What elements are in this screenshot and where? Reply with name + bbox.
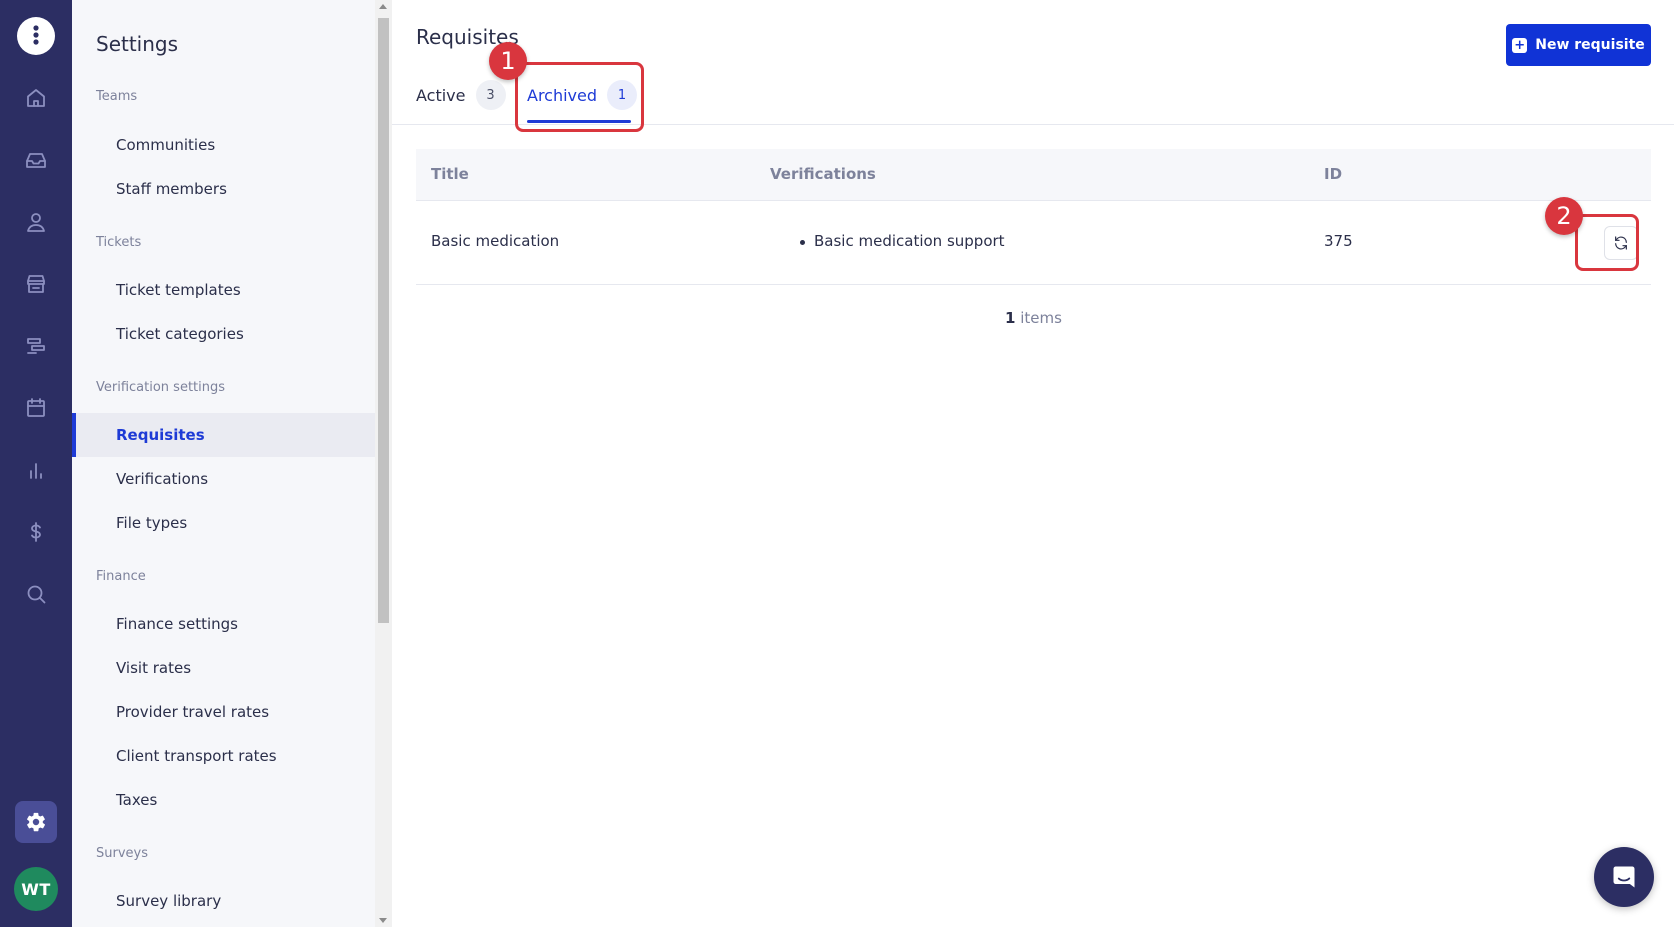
dollar-icon[interactable]	[20, 516, 52, 548]
column-header-verifications[interactable]: Verifications	[770, 165, 876, 183]
sidebar-item-file-types[interactable]: File types	[72, 501, 375, 545]
main-content: Requisites + New requisite Active 3 Arch…	[392, 0, 1674, 927]
user-icon[interactable]	[20, 206, 52, 238]
sidebar-item-ticket-categories[interactable]: Ticket categories	[72, 312, 375, 356]
scroll-up-arrow-icon[interactable]	[379, 4, 387, 9]
chat-launcher-button[interactable]	[1594, 847, 1654, 907]
section-finance: Finance	[96, 569, 146, 584]
items-count-suffix: items	[1020, 309, 1062, 327]
gear-icon[interactable]	[15, 801, 57, 843]
inbox-icon[interactable]	[20, 144, 52, 176]
sidebar-item-communities[interactable]: Communities	[72, 123, 375, 167]
section-tickets: Tickets	[96, 235, 142, 250]
sidebar-item-provider-travel-rates[interactable]: Provider travel rates	[72, 690, 375, 734]
store-icon[interactable]	[20, 268, 52, 300]
annotation-box-archived-tab	[515, 62, 644, 132]
row-verification: Basic medication support	[814, 232, 1005, 250]
calendar-icon[interactable]	[20, 392, 52, 424]
roadmap-icon[interactable]	[20, 330, 52, 362]
bullet-icon	[800, 240, 805, 245]
tab-active[interactable]: Active 3	[416, 78, 506, 112]
section-verification-settings: Verification settings	[96, 380, 226, 395]
sidebar-item-verifications[interactable]: Verifications	[72, 457, 375, 501]
sidebar-scrollbar[interactable]	[375, 0, 392, 927]
column-header-id[interactable]: ID	[1324, 165, 1342, 183]
avatar[interactable]: WT	[14, 867, 58, 911]
chart-icon[interactable]	[20, 454, 52, 486]
sidebar-item-requisites[interactable]: Requisites	[72, 413, 375, 457]
sidebar-item-finance-settings[interactable]: Finance settings	[72, 602, 375, 646]
items-count-number: 1	[1005, 309, 1016, 327]
settings-sidebar: Settings Teams Communities Staff members…	[72, 0, 375, 927]
plus-icon: +	[1512, 37, 1528, 53]
sidebar-title: Settings	[96, 32, 179, 56]
row-id: 375	[1324, 232, 1353, 250]
sidebar-item-taxes[interactable]: Taxes	[72, 778, 375, 822]
table-header: Title Verifications ID	[416, 149, 1651, 201]
sidebar-item-ticket-templates[interactable]: Ticket templates	[72, 268, 375, 312]
row-title: Basic medication	[431, 232, 560, 250]
sidebar-item-staff-members[interactable]: Staff members	[72, 167, 375, 211]
chat-icon	[1613, 866, 1635, 888]
annotation-box-restore-button	[1575, 214, 1639, 271]
new-requisite-label: New requisite	[1535, 37, 1645, 53]
annotation-number-1: 1	[489, 42, 527, 80]
sidebar-item-client-transport-rates[interactable]: Client transport rates	[72, 734, 375, 778]
scroll-down-arrow-icon[interactable]	[379, 918, 387, 923]
sidebar-item-visit-rates[interactable]: Visit rates	[72, 646, 375, 690]
annotation-number-2: 2	[1545, 197, 1583, 235]
section-teams: Teams	[96, 89, 138, 104]
tab-active-label: Active	[416, 85, 466, 105]
icon-rail: WT	[0, 0, 72, 927]
search-icon[interactable]	[20, 578, 52, 610]
scroll-thumb[interactable]	[378, 18, 389, 623]
new-requisite-button[interactable]: + New requisite	[1506, 24, 1651, 66]
tab-active-count: 3	[475, 80, 506, 110]
sidebar-item-survey-library[interactable]: Survey library	[72, 879, 375, 923]
items-count: 1 items	[416, 309, 1651, 327]
table-row[interactable]: Basic medication Basic medication suppor…	[416, 201, 1651, 285]
logo-icon[interactable]	[17, 17, 55, 55]
column-header-title[interactable]: Title	[431, 165, 469, 183]
section-surveys: Surveys	[96, 846, 148, 861]
home-icon[interactable]	[20, 82, 52, 114]
